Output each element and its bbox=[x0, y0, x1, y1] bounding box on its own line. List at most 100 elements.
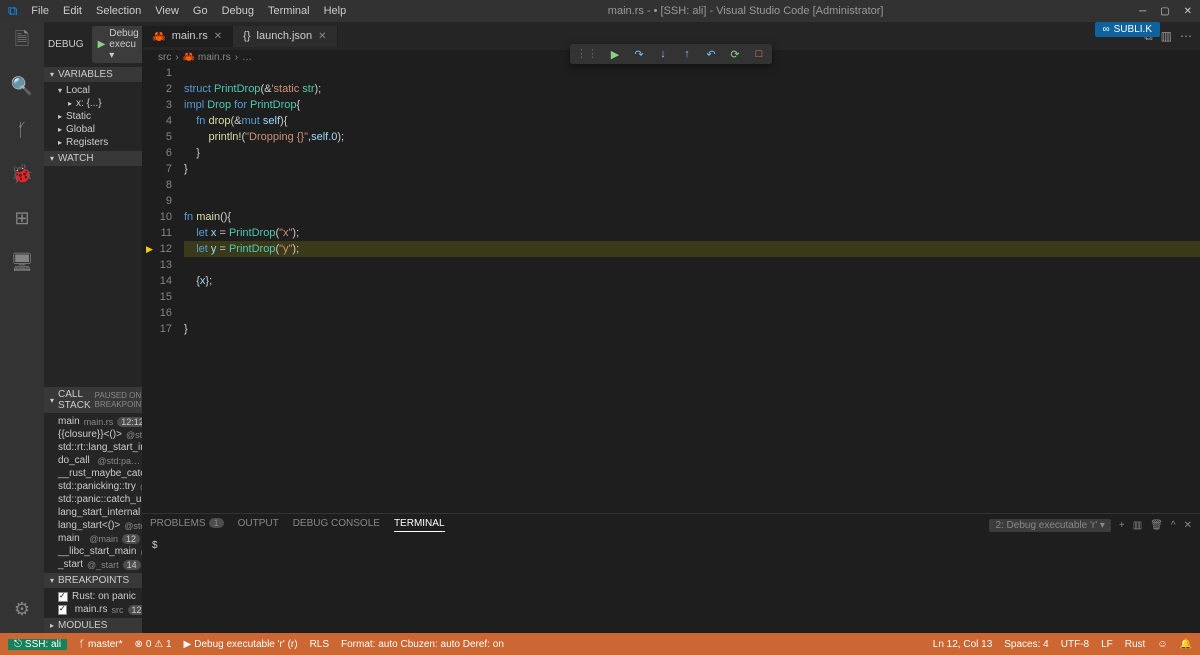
code-editor[interactable]: 1234567891011121314151617 struct PrintDr… bbox=[142, 65, 1200, 513]
close-icon[interactable]: ✕ bbox=[1184, 6, 1192, 17]
status-item[interactable]: Format: auto Cbuzen: auto Deref: on bbox=[341, 639, 504, 650]
breakpoint-item[interactable]: Rust: on panic bbox=[44, 590, 142, 603]
line-number[interactable]: 11 bbox=[142, 225, 172, 241]
variable-item[interactable]: ▾ Local bbox=[44, 84, 142, 97]
terminal-action-icon[interactable]: ^ bbox=[1171, 520, 1176, 531]
line-number[interactable]: 13 bbox=[142, 257, 172, 273]
callstack-frame[interactable]: lang_start_internal@std:rt:la… bbox=[44, 506, 142, 519]
tab-action-icon[interactable]: ⋯ bbox=[1180, 29, 1192, 44]
terminal-action-icon[interactable]: + bbox=[1119, 520, 1125, 531]
drag-handle-icon[interactable]: ⋮⋮ bbox=[576, 47, 598, 61]
status-item[interactable]: RLS bbox=[310, 639, 329, 650]
callstack-frame[interactable]: main@main12 bbox=[44, 532, 142, 545]
step-into-button[interactable]: ↓ bbox=[656, 47, 670, 61]
remote-icon[interactable]: 🖥 bbox=[10, 250, 34, 274]
code-line[interactable]: } bbox=[184, 161, 1200, 177]
code-lines[interactable]: struct PrintDrop(&'static str);impl Drop… bbox=[184, 65, 1200, 513]
tab-launch-json[interactable]: {}launch.json✕ bbox=[233, 26, 337, 47]
breakpoints-section-header[interactable]: ▾ Breakpoints bbox=[44, 573, 142, 588]
status-item[interactable]: ⎋SSH: ali bbox=[8, 639, 67, 650]
terminal-tab-problems[interactable]: Problems1 bbox=[150, 518, 224, 532]
code-line[interactable]: struct PrintDrop(&'static str); bbox=[184, 81, 1200, 97]
breadcrumb-item[interactable]: 🦀 main.rs bbox=[183, 52, 231, 63]
menu-terminal[interactable]: Terminal bbox=[262, 5, 316, 17]
menu-debug[interactable]: Debug bbox=[216, 5, 260, 17]
code-line[interactable]: let y = PrintDrop("y"); bbox=[184, 241, 1200, 257]
menu-go[interactable]: Go bbox=[187, 5, 214, 17]
code-line[interactable]: {x}; bbox=[184, 273, 1200, 289]
status-item[interactable]: UTF-8 bbox=[1061, 639, 1089, 650]
code-line[interactable]: let x = PrintDrop("x"); bbox=[184, 225, 1200, 241]
menu-help[interactable]: Help bbox=[318, 5, 353, 17]
scm-icon[interactable]: ᚶ bbox=[10, 118, 34, 142]
terminal-body[interactable]: $ bbox=[142, 536, 1200, 633]
minimize-icon[interactable]: ─ bbox=[1139, 6, 1146, 17]
variable-item[interactable]: ▸ Global bbox=[44, 123, 142, 136]
callstack-frame[interactable]: __libc_start_main@_libc_start… bbox=[44, 545, 142, 558]
checkbox[interactable] bbox=[58, 605, 67, 615]
status-item[interactable]: Rust bbox=[1125, 639, 1146, 650]
search-icon[interactable]: 🔍 bbox=[10, 74, 34, 98]
menu-file[interactable]: File bbox=[25, 5, 55, 17]
watch-section-header[interactable]: ▾ Watch bbox=[44, 151, 142, 166]
callstack-section-header[interactable]: ▾ Call Stack Paused on breakpoint bbox=[44, 387, 142, 413]
menu-view[interactable]: View bbox=[149, 5, 185, 17]
explorer-icon[interactable]: 🗎 bbox=[10, 30, 34, 54]
callstack-frame[interactable]: do_call@std:pa… bbox=[44, 454, 142, 467]
line-number[interactable]: 5 bbox=[142, 129, 172, 145]
terminal-tab-output[interactable]: Output bbox=[238, 518, 279, 532]
line-number[interactable]: 1 bbox=[142, 65, 172, 81]
variable-item[interactable]: ▸ Registers bbox=[44, 136, 142, 149]
line-number[interactable]: 16 bbox=[142, 305, 172, 321]
code-line[interactable]: } bbox=[184, 321, 1200, 337]
status-item[interactable]: Ln 12, Col 13 bbox=[933, 639, 993, 650]
code-line[interactable] bbox=[184, 305, 1200, 321]
status-item[interactable]: LF bbox=[1101, 639, 1113, 650]
line-number[interactable]: 4 bbox=[142, 113, 172, 129]
breakpoint-item[interactable]: main.rssrc12 bbox=[44, 603, 142, 616]
terminal-tab-debug-console[interactable]: Debug Console bbox=[293, 518, 380, 532]
variables-section-header[interactable]: ▾ Variables bbox=[44, 67, 142, 82]
line-number[interactable]: 12 bbox=[142, 241, 172, 257]
status-item[interactable]: ᚶmaster* bbox=[79, 639, 122, 650]
line-number[interactable]: 14 bbox=[142, 273, 172, 289]
continue-button[interactable]: ▶ bbox=[608, 47, 622, 61]
code-line[interactable]: } bbox=[184, 145, 1200, 161]
debug-icon[interactable]: 🐞 bbox=[0, 162, 33, 186]
status-item[interactable]: ▶Debug executable 'r' (r) bbox=[184, 639, 298, 650]
code-line[interactable] bbox=[184, 65, 1200, 81]
line-number[interactable]: 2 bbox=[142, 81, 172, 97]
code-line[interactable] bbox=[184, 289, 1200, 305]
line-number[interactable]: 15 bbox=[142, 289, 172, 305]
callstack-frame[interactable]: lang_start<()>@std:rt:lang_sta… bbox=[44, 519, 142, 532]
extensions-icon[interactable]: ⊞ bbox=[10, 206, 34, 230]
minimap[interactable] bbox=[1144, 93, 1200, 173]
modules-section-header[interactable]: ▸ Modules bbox=[44, 618, 142, 633]
code-line[interactable]: fn main(){ bbox=[184, 209, 1200, 225]
terminal-action-icon[interactable]: ✕ bbox=[1184, 520, 1192, 531]
breadcrumb-item[interactable]: … bbox=[242, 52, 252, 63]
status-item[interactable]: ⊗0 ⚠ 1 bbox=[135, 639, 172, 650]
status-item[interactable]: ☺ bbox=[1157, 639, 1167, 650]
callstack-frame[interactable]: std::rt::lang_start_internal::_} bbox=[44, 441, 142, 454]
terminal-tab-terminal[interactable]: Terminal bbox=[394, 518, 445, 532]
callstack-frame[interactable]: std::panicking::try@std:rt:la… bbox=[44, 480, 142, 493]
code-line[interactable]: fn drop(&mut self){ bbox=[184, 113, 1200, 129]
code-line[interactable] bbox=[184, 193, 1200, 209]
debug-config-selector[interactable]: ▶ Debug execu ▾ bbox=[92, 26, 142, 63]
line-number[interactable]: 17 bbox=[142, 321, 172, 337]
close-tab-icon[interactable]: ✕ bbox=[214, 31, 222, 42]
step-over-button[interactable]: ↷ bbox=[632, 47, 646, 61]
settings-gear-icon[interactable]: ⚙ bbox=[10, 597, 34, 621]
step-back-button[interactable]: ↶ bbox=[704, 47, 718, 61]
terminal-action-icon[interactable]: ▥ bbox=[1133, 520, 1142, 531]
line-number[interactable]: 8 bbox=[142, 177, 172, 193]
step-out-button[interactable]: ↑ bbox=[680, 47, 694, 61]
callstack-frame[interactable]: {{closure}}<()>@std:rt:lang_s… bbox=[44, 428, 142, 441]
code-line[interactable] bbox=[184, 177, 1200, 193]
callstack-frame[interactable]: _start@_start14 bbox=[44, 558, 142, 571]
variable-item[interactable]: ▸ Static bbox=[44, 110, 142, 123]
callstack-frame[interactable]: __rust_maybe_catch_panic@_… bbox=[44, 467, 142, 480]
line-number[interactable]: 6 bbox=[142, 145, 172, 161]
terminal-action-icon[interactable]: 🗑 bbox=[1150, 520, 1163, 531]
